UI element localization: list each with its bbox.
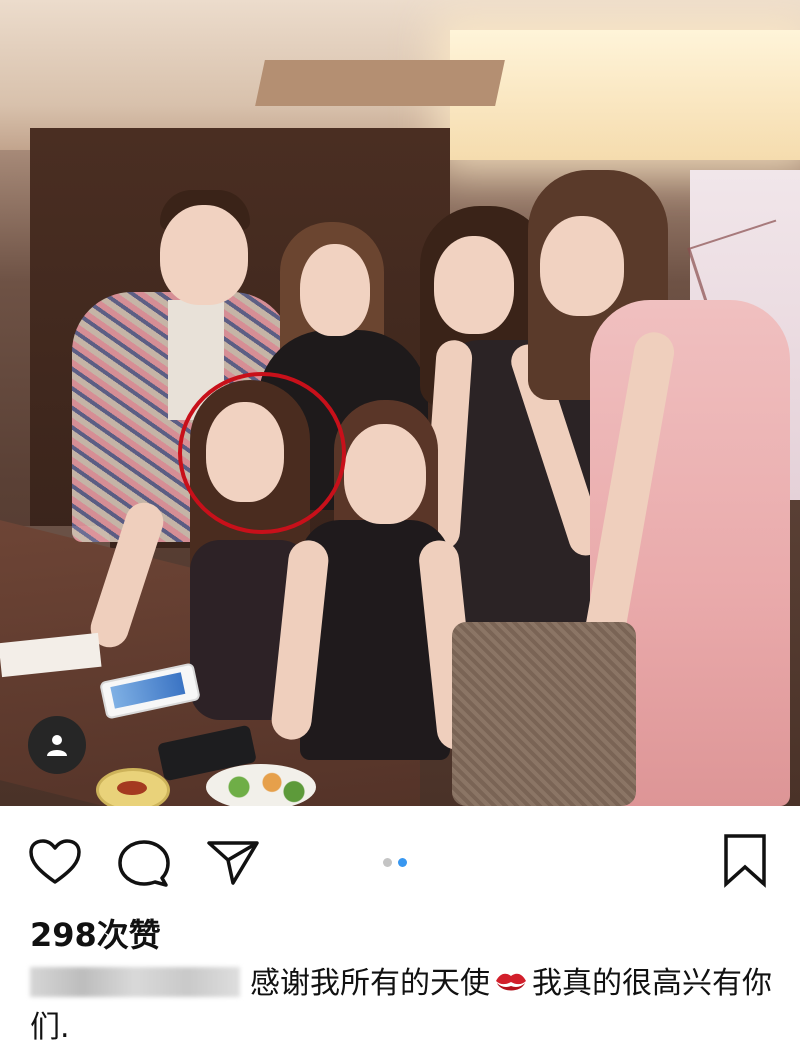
chair-right <box>452 622 636 806</box>
carousel-dot-active <box>398 858 407 867</box>
tagged-people-button[interactable] <box>28 716 86 774</box>
post-action-bar <box>0 806 800 910</box>
person-man-face <box>160 205 248 305</box>
like-count[interactable]: 298次赞 <box>30 910 161 956</box>
person-tag-icon <box>47 735 67 756</box>
person-woman-4-face <box>434 236 514 334</box>
save-button[interactable] <box>722 832 768 892</box>
kiss-mark-icon <box>496 973 526 991</box>
like-button[interactable] <box>28 838 82 890</box>
person-woman-5-face <box>540 216 624 316</box>
sauce-dish <box>96 768 170 806</box>
share-button[interactable] <box>206 838 260 890</box>
carousel-dot <box>383 858 392 867</box>
comment-button[interactable] <box>118 838 170 892</box>
ceiling-beam <box>255 60 505 106</box>
post-caption: 感谢我所有的天使 我真的很高兴有你们. <box>30 962 775 1050</box>
caption-text: 感谢我所有的天使 <box>250 966 490 1001</box>
carousel-indicator <box>383 852 413 867</box>
paper-plane-icon <box>207 841 259 885</box>
person-woman-3-face <box>344 424 426 524</box>
post-photo[interactable] <box>0 0 800 806</box>
bookmark-icon <box>724 834 766 888</box>
salad-plate <box>206 764 316 806</box>
heart-icon <box>29 839 81 884</box>
highlight-circle <box>178 372 346 534</box>
instagram-post: 298次赞 感谢我所有的天使 我真的很高兴有你们. <box>0 0 800 1056</box>
comment-bubble-icon <box>118 840 170 887</box>
person-woman-2-face <box>300 244 370 336</box>
username-blurred[interactable] <box>30 967 240 997</box>
ceiling-light <box>450 30 800 160</box>
